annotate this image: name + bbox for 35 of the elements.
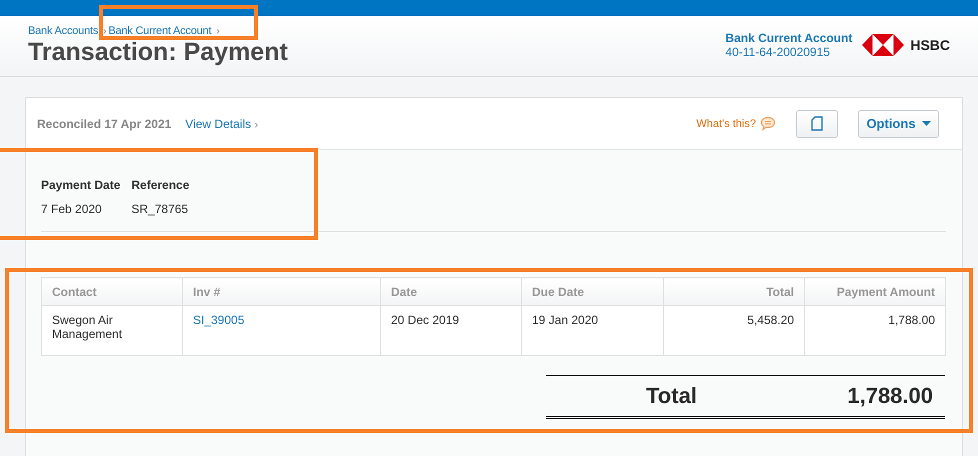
detail-label: Payment Date [41, 178, 120, 192]
breadcrumb-separator: › [216, 26, 220, 37]
account-number: 40-11-64-20020915 [725, 45, 831, 59]
column-header: Inv # [182, 278, 380, 306]
column-header: Due Date [522, 278, 664, 306]
cell-text: Swegon Air Management [52, 313, 124, 341]
account-name-link[interactable]: Bank Current Account [725, 31, 852, 45]
detail-label: Reference [131, 178, 190, 192]
hexagon-logo-icon [862, 34, 904, 56]
invoice-link[interactable]: SI_39005 [193, 313, 244, 327]
column-header: Payment Amount [804, 278, 946, 306]
column-header: Contact [42, 278, 182, 306]
bank-name: HSBC [910, 37, 950, 53]
document-button[interactable] [796, 110, 838, 138]
column-header: Date [380, 278, 522, 306]
speech-bubble-icon [760, 116, 776, 132]
cell-text: 5,458.20 [747, 313, 794, 327]
caret-icon [922, 121, 931, 126]
page-title: Transaction: Payment [28, 38, 288, 67]
breadcrumb-separator: › [103, 26, 106, 37]
view-details-link[interactable]: View Details › [185, 116, 258, 130]
total-label: Total [646, 383, 697, 409]
options-button[interactable]: Options [858, 110, 939, 138]
help-link[interactable]: What's this? [696, 118, 756, 130]
breadcrumb-link[interactable]: Bank Current Account [108, 25, 212, 37]
cell-text: 20 Dec 2019 [391, 313, 460, 327]
cell-text: 19 Jan 2020 [532, 313, 598, 327]
detail-value: 7 Feb 2020 [41, 202, 103, 216]
column-header: Total [664, 278, 804, 306]
document-icon [811, 116, 823, 131]
reconciled-status: Reconciled 17 Apr 2021 [37, 116, 172, 130]
detail-value: SR_78765 [131, 202, 190, 216]
breadcrumb-link[interactable]: Bank Accounts [28, 25, 98, 37]
total-amount: 1,788.00 [847, 383, 933, 409]
cell-text: 1,788.00 [888, 313, 935, 327]
